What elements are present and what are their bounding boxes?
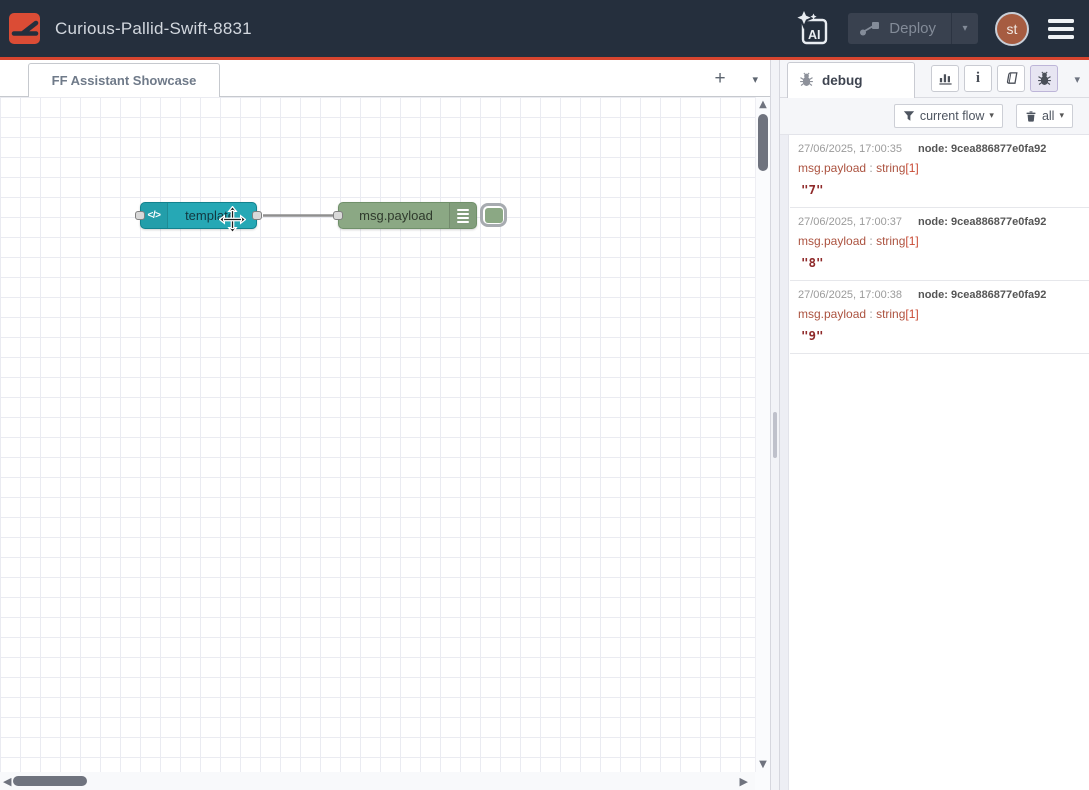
vertical-scroll-thumb[interactable] xyxy=(758,114,768,171)
message-value: "7" xyxy=(798,182,1079,197)
debug-sidebar: debug i xyxy=(780,60,1089,790)
debug-clear-label: all xyxy=(1042,109,1055,123)
ai-assistant-button[interactable]: AI xyxy=(795,10,831,48)
ai-button-label: AI xyxy=(808,28,821,42)
debug-clear-button[interactable]: all ▾ xyxy=(1016,104,1073,128)
add-flow-button[interactable]: + xyxy=(708,67,732,91)
sidebar-tab-info-button[interactable]: i xyxy=(964,65,992,92)
debug-message[interactable]: 27/06/2025, 17:00:38 node: 9cea886877e0f… xyxy=(790,281,1089,354)
canvas-vertical-scrollbar[interactable]: ▲ ▼ xyxy=(755,97,770,772)
message-property: msg.payload : string[1] xyxy=(798,307,1079,321)
debug-lines-icon xyxy=(449,203,476,228)
debug-message[interactable]: 27/06/2025, 17:00:37 node: 9cea886877e0f… xyxy=(790,208,1089,281)
separator-drag-handle[interactable] xyxy=(773,412,777,458)
trash-icon xyxy=(1025,110,1037,122)
debug-message-panel: 27/06/2025, 17:00:35 node: 9cea886877e0f… xyxy=(780,135,1089,790)
wire xyxy=(0,97,770,790)
deploy-button-label: Deploy xyxy=(889,20,951,37)
template-output-port[interactable] xyxy=(252,211,262,220)
message-node-id: node: 9cea886877e0fa92 xyxy=(918,289,1046,301)
node-debug-label: msg.payload xyxy=(343,203,449,228)
flow-tab-bar: FF Assistant Showcase + ▾ xyxy=(0,60,770,97)
debug-filter-button[interactable]: current flow ▾ xyxy=(894,104,1003,128)
debug-filter-label: current flow xyxy=(920,109,985,123)
flow-tab-label: FF Assistant Showcase xyxy=(52,73,197,88)
sparkle-icon xyxy=(798,11,811,24)
node-debug[interactable]: msg.payload xyxy=(338,202,477,229)
sidebar-tab-debug-icon-button[interactable] xyxy=(1030,65,1058,92)
message-value: "9" xyxy=(798,328,1079,343)
deploy-button[interactable]: Deploy ▾ xyxy=(848,13,978,44)
message-property: msg.payload : string[1] xyxy=(798,161,1079,175)
debug-input-port[interactable] xyxy=(333,211,343,220)
scroll-left-icon[interactable]: ◀ xyxy=(3,775,11,788)
horizontal-scroll-thumb[interactable] xyxy=(13,776,87,786)
debug-message-list: 27/06/2025, 17:00:35 node: 9cea886877e0f… xyxy=(790,135,1089,354)
scroll-down-icon[interactable]: ▼ xyxy=(756,759,770,770)
bug-icon xyxy=(1037,71,1052,86)
debug-panel-gutter xyxy=(780,135,789,790)
flow-tab[interactable]: FF Assistant Showcase xyxy=(28,63,220,97)
bar-chart-icon xyxy=(938,71,953,86)
bug-icon xyxy=(799,72,814,90)
clear-caret-icon: ▾ xyxy=(1059,111,1064,121)
scroll-right-icon[interactable]: ▶ xyxy=(740,775,748,788)
sidebar-options-caret-icon[interactable]: ▾ xyxy=(1074,73,1080,86)
scroll-up-icon[interactable]: ▲ xyxy=(756,99,770,110)
message-property: msg.payload : string[1] xyxy=(798,234,1079,248)
flow-list-caret-icon[interactable]: ▾ xyxy=(752,73,758,86)
funnel-icon xyxy=(903,110,915,122)
app-header: Curious-Pallid-Swift-8831 AI Deploy ▾ xyxy=(0,0,1089,60)
canvas-horizontal-scrollbar[interactable]: ◀ ▶ xyxy=(0,772,755,790)
info-icon: i xyxy=(976,71,980,86)
app-logo-icon xyxy=(9,13,40,44)
avatar-initials: st xyxy=(1007,21,1018,37)
deploy-nodes-icon xyxy=(848,21,889,37)
message-timestamp: 27/06/2025, 17:00:37 xyxy=(798,216,902,228)
message-value: "8" xyxy=(798,255,1079,270)
sidebar-tab-debug-label: debug xyxy=(822,73,863,88)
sidebar-tab-debug[interactable]: debug xyxy=(787,62,915,98)
debug-message[interactable]: 27/06/2025, 17:00:35 node: 9cea886877e0f… xyxy=(790,135,1089,208)
sidebar-separator[interactable] xyxy=(770,60,780,790)
sidebar-tab-help-button[interactable] xyxy=(997,65,1025,92)
flow-canvas[interactable]: </> template msg.payload xyxy=(0,97,770,790)
message-timestamp: 27/06/2025, 17:00:35 xyxy=(798,143,902,155)
message-node-id: node: 9cea886877e0fa92 xyxy=(918,143,1046,155)
node-template-label: template xyxy=(168,203,252,228)
message-node-id: node: 9cea886877e0fa92 xyxy=(918,216,1046,228)
book-icon xyxy=(1004,71,1019,86)
template-input-port[interactable] xyxy=(135,211,145,220)
scrollbar-corner xyxy=(755,772,770,790)
filter-caret-icon: ▾ xyxy=(989,111,994,121)
main-menu-button[interactable] xyxy=(1046,15,1076,43)
debug-toolbar: current flow ▾ all ▾ xyxy=(780,98,1089,135)
debug-enable-toggle[interactable] xyxy=(480,203,507,227)
node-template[interactable]: </> template xyxy=(140,202,257,229)
deploy-options-caret[interactable]: ▾ xyxy=(951,13,978,44)
sidebar-tab-dashboard-button[interactable] xyxy=(931,65,959,92)
project-title: Curious-Pallid-Swift-8831 xyxy=(55,19,252,39)
message-timestamp: 27/06/2025, 17:00:38 xyxy=(798,289,902,301)
sidebar-tab-bar: debug i xyxy=(780,60,1089,98)
workspace-area: FF Assistant Showcase + ▾ </> template m… xyxy=(0,60,770,790)
user-avatar[interactable]: st xyxy=(995,12,1029,46)
code-icon: </> xyxy=(141,203,168,228)
